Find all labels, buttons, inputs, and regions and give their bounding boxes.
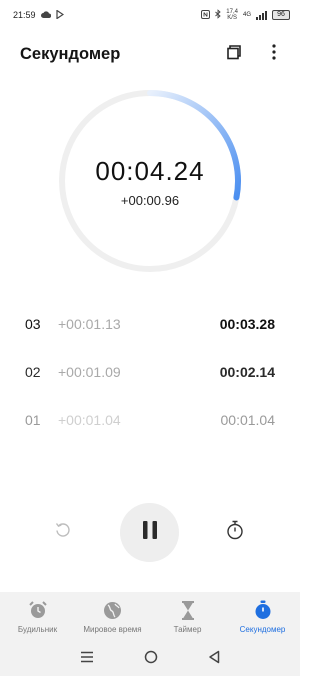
- tab-alarm-label: Будильник: [17, 625, 58, 634]
- lap-number: 01: [25, 412, 41, 428]
- bottom-navigation: Будильник Мировое время Таймер Секундоме…: [0, 592, 300, 642]
- tab-world-clock[interactable]: Мировое время: [75, 592, 150, 642]
- network-speed: 17,4 K/S: [226, 9, 238, 21]
- lap-diff: +00:01.13: [58, 316, 121, 332]
- home-icon[interactable]: [144, 650, 158, 669]
- tab-stopwatch-label: Секундомер: [239, 625, 286, 634]
- battery-icon: 96: [272, 10, 290, 20]
- reset-icon: [54, 521, 72, 544]
- stopwatch-dial: 00:04.24 +00:00.96: [58, 89, 242, 273]
- lap-row: 02 +00:01.09 00:02.14: [0, 348, 300, 396]
- tab-alarm[interactable]: Будильник: [0, 592, 75, 642]
- page-title: Секундомер: [20, 44, 121, 63]
- current-lap-time: +00:00.96: [120, 193, 180, 208]
- lap-row: 03 +00:01.13 00:03.28: [0, 300, 300, 348]
- status-time: 21:59: [13, 10, 36, 20]
- more-options-button[interactable]: [262, 42, 286, 66]
- bluetooth-icon: [215, 9, 221, 21]
- app-header: Секундомер: [0, 38, 300, 70]
- stopwatch-icon: [254, 600, 272, 622]
- menu-icon[interactable]: [80, 650, 94, 668]
- network-type: 4G: [242, 12, 251, 18]
- stopwatch-screen: 21:59 17,4 K/S 4G 96 Секундомер 00:04.24…: [0, 0, 300, 676]
- status-bar: 21:59 17,4 K/S 4G 96: [0, 0, 300, 30]
- tab-world-clock-label: Мировое время: [83, 625, 142, 634]
- lap-total: 00:02.14: [219, 364, 275, 380]
- pause-icon: [142, 520, 158, 545]
- pause-button[interactable]: [120, 503, 179, 562]
- lap-list: 03 +00:01.13 00:03.28 02 +00:01.09 00:02…: [0, 300, 300, 444]
- tab-timer[interactable]: Таймер: [150, 592, 225, 642]
- lap-row: 01 +00:01.04 00:01.04: [0, 396, 300, 444]
- reset-button[interactable]: [51, 520, 75, 544]
- alarm-clock-icon: [28, 600, 48, 622]
- lap-total: 00:01.04: [220, 412, 276, 428]
- elapsed-time: 00:04.24: [95, 156, 205, 186]
- nfc-icon: [201, 9, 211, 21]
- globe-icon: [103, 601, 122, 622]
- floating-window-button[interactable]: [222, 42, 246, 66]
- tab-timer-label: Таймер: [173, 625, 202, 634]
- floating-window-icon: [226, 44, 242, 65]
- stopwatch-controls: [0, 502, 300, 562]
- hourglass-icon: [181, 600, 195, 622]
- cloud-icon: [40, 10, 51, 20]
- lap-diff: +00:01.09: [58, 364, 121, 380]
- signal-icon: [256, 10, 267, 20]
- lap-number: 02: [25, 364, 41, 380]
- play-store-icon: [55, 8, 64, 21]
- tab-stopwatch[interactable]: Секундомер: [225, 592, 300, 642]
- lap-total: 00:03.28: [219, 316, 275, 332]
- system-navigation-bar: [0, 642, 300, 676]
- lap-diff: +00:01.04: [58, 412, 121, 428]
- more-vertical-icon: [272, 43, 276, 65]
- lap-button[interactable]: [223, 520, 247, 544]
- back-icon[interactable]: [208, 650, 220, 669]
- timer-icon: [226, 520, 244, 545]
- lap-number: 03: [25, 316, 41, 332]
